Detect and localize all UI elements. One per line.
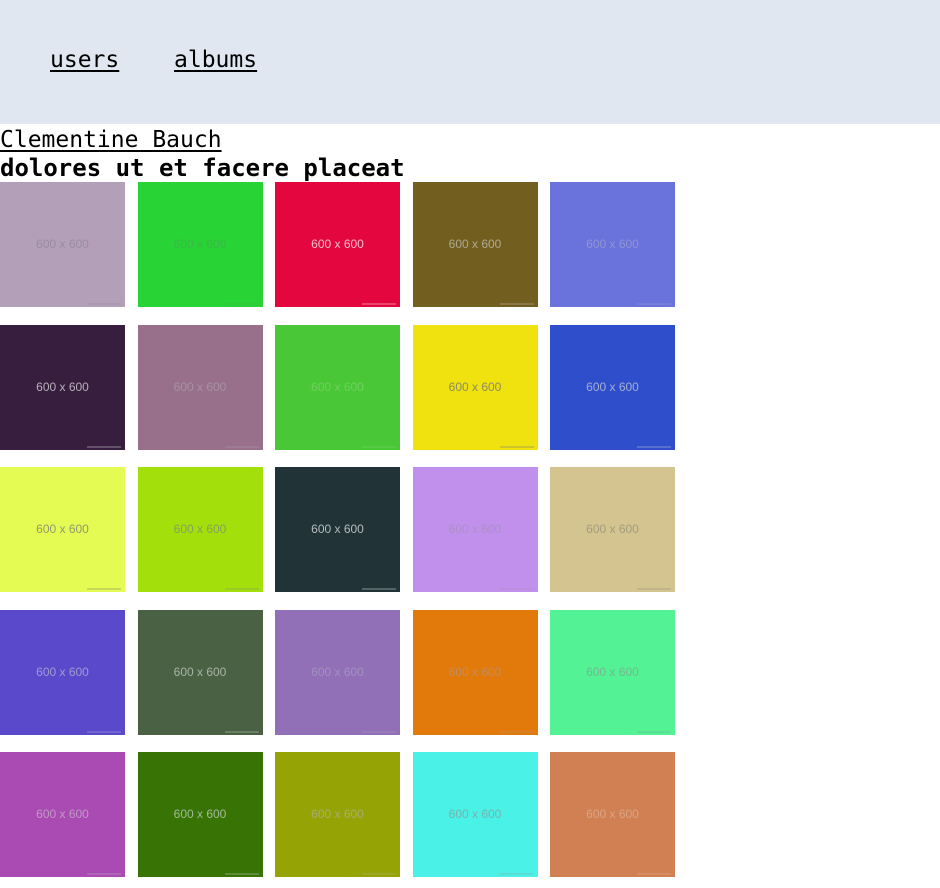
watermark-mark bbox=[224, 873, 259, 875]
photo-placeholder-label: 600 x 600 bbox=[311, 379, 364, 394]
watermark-mark bbox=[499, 445, 534, 448]
watermark-mark bbox=[362, 445, 396, 448]
photo-placeholder-label: 600 x 600 bbox=[586, 664, 639, 679]
photo-thumbnail[interactable]: 600 x 600 bbox=[550, 467, 675, 592]
watermark-mark bbox=[499, 873, 534, 875]
watermark-mark bbox=[87, 730, 121, 733]
photo-placeholder-label: 600 x 600 bbox=[311, 664, 364, 679]
album-title: dolores ut et facere placeat bbox=[0, 154, 405, 182]
photo-thumbnail[interactable]: 600 x 600 bbox=[0, 467, 125, 592]
photo-thumbnail[interactable]: 600 x 600 bbox=[137, 182, 263, 307]
watermark-mark bbox=[637, 730, 671, 733]
nav-albums-link[interactable]: albums bbox=[174, 44, 257, 76]
photo-placeholder-label: 600 x 600 bbox=[586, 807, 639, 821]
photo-thumbnail[interactable]: 600 x 600 bbox=[275, 182, 400, 307]
photo-thumbnail[interactable]: 600 x 600 bbox=[0, 609, 125, 735]
photo-thumbnail[interactable]: 600 x 600 bbox=[0, 182, 125, 307]
photo-placeholder-label: 600 x 600 bbox=[586, 522, 639, 536]
photo-thumbnail[interactable]: 600 x 600 bbox=[137, 324, 263, 450]
watermark-mark bbox=[224, 445, 259, 448]
photo-placeholder-label: 600 x 600 bbox=[448, 379, 502, 394]
watermark-mark bbox=[87, 303, 121, 305]
photo-placeholder-label: 600 x 600 bbox=[36, 237, 89, 251]
watermark-mark bbox=[87, 445, 121, 448]
photo-thumbnail[interactable]: 600 x 600 bbox=[412, 467, 538, 592]
watermark-mark bbox=[637, 303, 671, 305]
watermark-mark bbox=[637, 588, 671, 590]
watermark-mark bbox=[637, 873, 671, 875]
watermark-mark bbox=[224, 588, 259, 590]
photo-placeholder-label: 600 x 600 bbox=[36, 522, 89, 536]
photo-placeholder-label: 600 x 600 bbox=[586, 379, 639, 394]
photo-thumbnail[interactable]: 600 x 600 bbox=[0, 324, 125, 450]
watermark-mark bbox=[499, 588, 534, 590]
photo-placeholder-label: 600 x 600 bbox=[173, 807, 227, 821]
watermark-mark bbox=[87, 588, 121, 590]
top-nav-bar: users albums bbox=[0, 0, 940, 124]
photo-thumbnail[interactable]: 600 x 600 bbox=[0, 752, 125, 877]
photo-placeholder-label: 600 x 600 bbox=[36, 664, 89, 679]
photo-placeholder-label: 600 x 600 bbox=[36, 807, 89, 821]
photo-thumbnail[interactable]: 600 x 600 bbox=[412, 324, 538, 450]
watermark-mark bbox=[499, 303, 534, 305]
photo-thumbnail[interactable]: 600 x 600 bbox=[550, 752, 675, 877]
photo-thumbnail[interactable]: 600 x 600 bbox=[412, 609, 538, 735]
photo-placeholder-label: 600 x 600 bbox=[448, 664, 502, 679]
photo-thumbnail[interactable]: 600 x 600 bbox=[550, 609, 675, 735]
photo-placeholder-label: 600 x 600 bbox=[173, 664, 227, 679]
watermark-mark bbox=[362, 588, 396, 590]
photo-thumbnail[interactable]: 600 x 600 bbox=[137, 609, 263, 735]
photo-placeholder-label: 600 x 600 bbox=[173, 379, 227, 394]
photo-thumbnail[interactable]: 600 x 600 bbox=[275, 609, 400, 735]
photo-placeholder-label: 600 x 600 bbox=[586, 237, 639, 251]
photo-placeholder-label: 600 x 600 bbox=[448, 807, 502, 821]
nav-users-link[interactable]: users bbox=[50, 44, 119, 76]
album-owner-link[interactable]: Clementine Bauch bbox=[0, 125, 222, 155]
photo-placeholder-label: 600 x 600 bbox=[448, 237, 502, 251]
watermark-mark bbox=[362, 873, 396, 875]
photo-placeholder-label: 600 x 600 bbox=[311, 807, 364, 821]
photo-thumbnail[interactable]: 600 x 600 bbox=[275, 467, 400, 592]
watermark-mark bbox=[224, 730, 259, 733]
photo-placeholder-label: 600 x 600 bbox=[311, 237, 364, 251]
photo-placeholder-label: 600 x 600 bbox=[311, 522, 364, 536]
photo-thumbnail[interactable]: 600 x 600 bbox=[137, 467, 263, 592]
photo-thumbnail[interactable]: 600 x 600 bbox=[275, 324, 400, 450]
watermark-mark bbox=[637, 445, 671, 448]
photo-placeholder-label: 600 x 600 bbox=[173, 522, 227, 536]
photo-thumbnail[interactable]: 600 x 600 bbox=[412, 182, 538, 307]
photo-placeholder-label: 600 x 600 bbox=[173, 237, 227, 251]
watermark-mark bbox=[362, 730, 396, 733]
watermark-mark bbox=[362, 303, 396, 305]
photo-placeholder-label: 600 x 600 bbox=[448, 522, 502, 536]
photo-thumbnail[interactable]: 600 x 600 bbox=[275, 752, 400, 877]
watermark-mark bbox=[87, 873, 121, 875]
photo-thumbnail[interactable]: 600 x 600 bbox=[550, 182, 675, 307]
photo-thumbnail[interactable]: 600 x 600 bbox=[550, 324, 675, 450]
photo-grid: 600 x 600 600 x 600 600 x 600 600 x 600 600 … bbox=[0, 182, 690, 877]
photo-thumbnail[interactable]: 600 x 600 bbox=[137, 752, 263, 877]
photo-placeholder-label: 600 x 600 bbox=[36, 379, 89, 394]
watermark-mark bbox=[499, 730, 534, 733]
photo-thumbnail[interactable]: 600 x 600 bbox=[412, 752, 538, 877]
watermark-mark bbox=[224, 303, 259, 305]
